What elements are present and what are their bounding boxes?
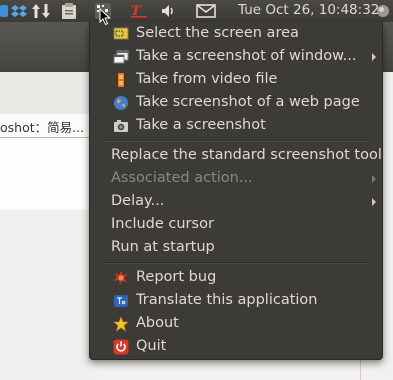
background-row xyxy=(0,138,90,163)
dropbox-icon[interactable] xyxy=(11,3,27,19)
menu-item-label: Delay... xyxy=(111,193,165,209)
menu-item-about[interactable]: About xyxy=(90,313,382,335)
globe-icon xyxy=(113,95,129,111)
menu-item-web-page[interactable]: Take screenshot of a web page xyxy=(90,92,382,114)
menu-item-delay[interactable]: Delay... xyxy=(90,191,382,213)
menu-item-label: Replace the standard screenshot tool xyxy=(111,147,382,163)
background-tab-label: oshot：简易... xyxy=(0,120,85,135)
background-tab[interactable]: oshot：简易... xyxy=(0,114,90,138)
star-icon xyxy=(113,316,129,332)
menu-item-screenshot-window[interactable]: Take a screenshot of window... xyxy=(90,46,382,68)
submenu-arrow-icon xyxy=(372,198,376,206)
menu-item-label: Include cursor xyxy=(111,216,214,232)
background-row xyxy=(0,186,90,211)
menu-item-video-file[interactable]: Take from video file xyxy=(90,69,382,91)
menu-item-label: Take screenshot of a web page xyxy=(136,94,360,110)
background-panel xyxy=(0,210,90,380)
menu-item-associated-action: Associated action... xyxy=(90,168,382,190)
menu-item-label: Take from video file xyxy=(136,71,278,87)
film-icon xyxy=(113,72,129,88)
mail-icon[interactable] xyxy=(196,3,216,19)
window-icon xyxy=(113,49,129,65)
mouse-cursor-icon xyxy=(99,8,111,26)
menu-separator xyxy=(104,140,369,142)
transfer-icon[interactable] xyxy=(32,3,50,19)
menu-item-label: Run at startup xyxy=(111,239,215,255)
translate-icon xyxy=(113,293,129,309)
submenu-arrow-icon xyxy=(372,175,376,183)
submenu-arrow-icon xyxy=(372,53,376,61)
menu-item-label: Take a screenshot of window... xyxy=(136,48,357,64)
menu-item-label: Report bug xyxy=(136,269,217,285)
panel-clock[interactable]: Tue Oct 26, 10:48:32 xyxy=(238,2,379,18)
camera-icon xyxy=(113,118,129,134)
menu-item-label: Associated action... xyxy=(111,170,253,186)
volume-icon[interactable] xyxy=(160,3,178,19)
menu-item-label: Quit xyxy=(136,338,167,354)
menu-item-take-screenshot[interactable]: Take a screenshot xyxy=(90,115,382,137)
select-area-icon xyxy=(113,26,129,42)
menu-item-label: About xyxy=(136,315,179,331)
menu-item-label: Take a screenshot xyxy=(136,117,266,133)
top-panel: T Tue Oct 26, 10:48:32 xyxy=(0,0,393,22)
menu-separator xyxy=(104,262,369,264)
menu-item-include-cursor[interactable]: Include cursor xyxy=(90,214,382,236)
clipboard-icon[interactable] xyxy=(60,3,78,19)
background-row xyxy=(0,162,90,187)
menu-item-report-bug[interactable]: Report bug xyxy=(90,267,382,289)
menu-item-label: Select the screen area xyxy=(136,25,299,41)
text-tool-icon[interactable]: T xyxy=(130,3,148,19)
menu-item-replace-tool[interactable]: Replace the standard screenshot tool xyxy=(90,145,382,167)
screenshot-menu: Select the screen area Take a screenshot… xyxy=(89,22,383,360)
power-icon[interactable] xyxy=(375,3,391,19)
menu-item-label: Translate this application xyxy=(136,292,318,308)
quit-icon xyxy=(113,339,129,355)
menu-item-select-area[interactable]: Select the screen area xyxy=(90,23,382,45)
menu-item-translate[interactable]: Translate this application xyxy=(90,290,382,312)
app-indicator-icon[interactable] xyxy=(0,3,8,19)
menu-item-quit[interactable]: Quit xyxy=(90,336,382,358)
bug-icon xyxy=(113,270,129,286)
menu-item-run-at-startup[interactable]: Run at startup xyxy=(90,237,382,259)
